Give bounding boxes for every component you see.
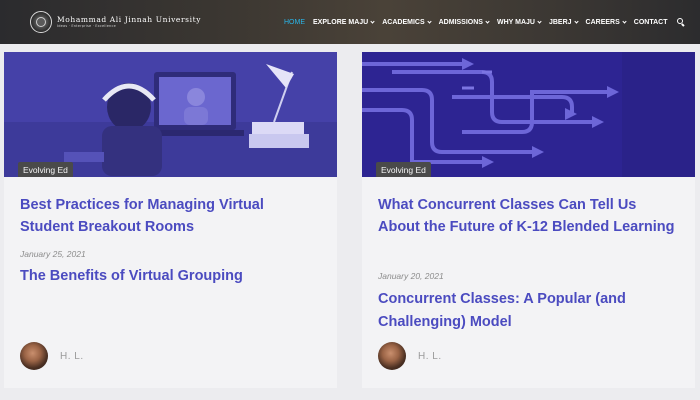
nav-admissions[interactable]: ADMISSIONS: [439, 18, 490, 26]
article-subtitle[interactable]: The Benefits of Virtual Grouping: [20, 265, 320, 288]
nav-explore-maju[interactable]: EXPLORE MAJU: [313, 18, 375, 26]
article-title[interactable]: Best Practices for Managing Virtual Stud…: [20, 194, 320, 238]
article-image[interactable]: Evolving Ed: [362, 52, 695, 177]
article-date: January 20, 2021: [378, 271, 444, 281]
author: H. L.: [378, 342, 442, 370]
avatar: [378, 342, 406, 370]
avatar: [20, 342, 48, 370]
university-logo[interactable]: Mohammad Ali Jinnah University Ideas · E…: [30, 11, 201, 33]
nav-home[interactable]: HOME: [284, 19, 305, 26]
article-subtitle[interactable]: Concurrent Classes: A Popular (and Chall…: [378, 288, 678, 334]
logo-name: Mohammad Ali Jinnah University: [57, 14, 202, 24]
search-icon[interactable]: [677, 18, 686, 27]
chevron-down-icon: [537, 18, 542, 24]
category-badge[interactable]: Evolving Ed: [18, 162, 73, 177]
chevron-down-icon: [485, 18, 490, 24]
nav-careers[interactable]: CAREERS: [586, 18, 627, 26]
nav-jberj[interactable]: JBERJ: [549, 18, 579, 26]
chevron-down-icon: [622, 18, 627, 24]
article-card[interactable]: Evolving Ed Best Practices for Managing …: [4, 52, 337, 388]
logo-tagline: Ideas · Enterprise · Excellence: [57, 24, 116, 28]
author-name: H. L.: [60, 350, 84, 362]
chevron-down-icon: [370, 18, 375, 24]
article-date: January 25, 2021: [20, 249, 86, 259]
nav-contact[interactable]: CONTACT: [634, 19, 668, 26]
chevron-down-icon: [573, 18, 579, 24]
author-name: H. L.: [418, 350, 442, 362]
nav-academics[interactable]: ACADEMICS: [382, 18, 432, 26]
article-card[interactable]: Evolving Ed What Concurrent Classes Can …: [362, 52, 695, 388]
article-image[interactable]: Evolving Ed: [4, 52, 337, 177]
arrow-paths-illustration: [362, 52, 695, 177]
category-badge[interactable]: Evolving Ed: [376, 162, 431, 177]
chevron-down-icon: [427, 18, 432, 24]
author: H. L.: [20, 342, 84, 370]
article-title[interactable]: What Concurrent Classes Can Tell Us Abou…: [378, 194, 678, 238]
site-header: Mohammad Ali Jinnah University Ideas · E…: [0, 0, 700, 44]
main-nav: HOME EXPLORE MAJU ACADEMICS ADMISSIONS W…: [284, 0, 686, 44]
nav-why-maju[interactable]: WHY MAJU: [497, 18, 542, 26]
student-laptop-illustration: [4, 52, 337, 177]
university-seal-icon: [30, 11, 52, 33]
